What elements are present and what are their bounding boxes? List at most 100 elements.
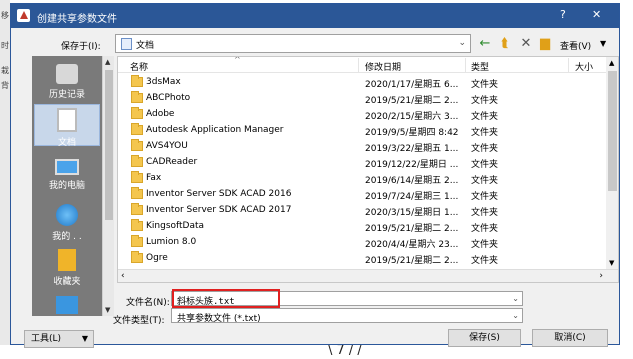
- place-label: 我的电脑: [48, 181, 85, 191]
- chevron-down-icon[interactable]: ⌄: [512, 311, 519, 320]
- file-type-select[interactable]: 共享参数文件 (*.txt) ⌄: [171, 308, 523, 324]
- file-row[interactable]: 3dsMax 2020/1/17/星期五 6... 文件夹: [118, 74, 606, 90]
- place-label: 历史记录: [48, 90, 85, 100]
- recent-icon: [56, 64, 78, 84]
- file-type: 文件夹: [471, 160, 499, 170]
- folder-icon: [131, 251, 143, 263]
- background-glyph: 移: [1, 11, 9, 20]
- file-date: 2020/1/17/星期五 6...: [365, 80, 459, 90]
- column-header-type[interactable]: 类型: [471, 60, 489, 73]
- file-type: 文件夹: [471, 80, 499, 90]
- scroll-left-icon[interactable]: ‹: [121, 271, 125, 281]
- file-row[interactable]: KingsoftData 2019/5/21/星期二 2... 文件夹: [118, 218, 606, 234]
- folder-icon: [131, 107, 143, 119]
- cancel-button[interactable]: 取消(C): [532, 329, 608, 347]
- column-header-date[interactable]: 修改日期: [365, 60, 401, 73]
- favorites-icon: [58, 249, 76, 271]
- save-button[interactable]: 保存(S): [448, 329, 521, 347]
- place-favorites[interactable]: 收藏夹: [32, 249, 102, 287]
- file-type: 文件夹: [471, 96, 499, 106]
- file-type: 文件夹: [471, 176, 499, 186]
- scroll-right-icon[interactable]: ›: [599, 271, 603, 281]
- places-scrollbar[interactable]: ▲ ▼: [102, 56, 114, 316]
- save-in-combobox[interactable]: 文档 ⌄: [115, 34, 471, 53]
- file-row[interactable]: ABCPhoto 2019/5/21/星期二 2... 文件夹: [118, 90, 606, 106]
- file-name: AVS4YOU: [146, 141, 188, 151]
- file-date: 2020/3/15/星期日 1...: [365, 208, 459, 218]
- column-divider[interactable]: [358, 58, 359, 72]
- view-dropdown-icon[interactable]: ▼: [600, 39, 606, 48]
- background-bottom-edge: \ 7 / /: [0, 343, 633, 359]
- scroll-down-icon[interactable]: ▼: [609, 259, 614, 267]
- scroll-thumb[interactable]: [608, 71, 617, 191]
- place-documents[interactable]: 文档: [34, 104, 100, 148]
- close-button[interactable]: ✕: [592, 8, 601, 21]
- place-label: 我的 . .: [52, 232, 82, 242]
- file-row[interactable]: Fax 2019/6/14/星期五 2... 文件夹: [118, 170, 606, 186]
- delete-icon[interactable]: ✕: [518, 36, 534, 52]
- file-row[interactable]: Inventor Server SDK ACAD 2016 2019/7/24/星…: [118, 186, 606, 202]
- file-type-label: 文件类型(T):: [113, 316, 165, 326]
- file-type: 文件夹: [471, 192, 499, 202]
- chevron-down-icon[interactable]: ⌄: [512, 294, 519, 303]
- column-header-name[interactable]: 名称: [130, 60, 148, 73]
- folder-icon: [131, 203, 143, 215]
- place-network[interactable]: 我的 . .: [32, 204, 102, 242]
- annotation-highlight-box: [172, 289, 280, 308]
- file-name: Lumion 8.0: [146, 237, 197, 247]
- new-folder-icon[interactable]: ▆: [537, 36, 553, 52]
- file-type: 文件夹: [471, 144, 499, 154]
- file-name: 3dsMax: [146, 77, 181, 87]
- file-date: 2019/9/5/星期四 8:42: [365, 128, 459, 138]
- folder-icon: [131, 155, 143, 167]
- scroll-up-icon[interactable]: ▲: [105, 58, 110, 66]
- scroll-down-icon[interactable]: ▼: [105, 306, 110, 314]
- file-row[interactable]: CADReader 2019/12/22/星期日 ... 文件夹: [118, 154, 606, 170]
- scroll-thumb[interactable]: [105, 70, 113, 220]
- file-row[interactable]: Ogre 2019/5/21/星期二 2... 文件夹: [118, 250, 606, 266]
- file-row[interactable]: Inventor Server SDK ACAD 2017 2020/3/15/星…: [118, 202, 606, 218]
- place-desktop[interactable]: [32, 296, 102, 317]
- file-name: Inventor Server SDK ACAD 2016: [146, 189, 292, 199]
- tools-button[interactable]: 工具(L) ▼: [24, 330, 94, 348]
- file-list: 名称 ^ 修改日期 类型 大小 3dsMax 2020/1/17/星期五 6...…: [117, 56, 619, 283]
- file-name: KingsoftData: [146, 221, 205, 231]
- help-button[interactable]: ?: [560, 8, 566, 21]
- column-divider[interactable]: [568, 58, 569, 72]
- back-icon[interactable]: ←: [477, 36, 493, 52]
- title-bar: 创建共享参数文件 ? ✕: [11, 4, 619, 28]
- file-date: 2019/5/21/星期二 2...: [365, 224, 459, 234]
- background-glyph: 栽: [1, 66, 9, 75]
- view-menu-button[interactable]: 查看(V): [560, 39, 591, 52]
- place-computer[interactable]: 我的电脑: [32, 159, 102, 191]
- file-type: 文件夹: [471, 208, 499, 218]
- file-list-vertical-scrollbar[interactable]: ▲ ▼: [606, 57, 618, 269]
- file-row[interactable]: Autodesk Application Manager 2019/9/5/星期四…: [118, 122, 606, 138]
- scroll-up-icon[interactable]: ▲: [609, 59, 614, 67]
- file-date: 2020/2/15/星期六 3...: [365, 112, 459, 122]
- file-date: 2019/5/21/星期二 2...: [365, 256, 459, 266]
- revit-app-icon: [17, 9, 30, 22]
- file-list-horizontal-scrollbar[interactable]: ‹ ›: [118, 269, 618, 282]
- file-date: 2019/12/22/星期日 ...: [365, 160, 459, 170]
- folder-icon: [131, 171, 143, 183]
- place-recent[interactable]: 历史记录: [32, 64, 102, 100]
- column-header-size[interactable]: 大小: [575, 60, 593, 73]
- up-folder-icon[interactable]: ⮬: [497, 36, 513, 52]
- file-row[interactable]: Adobe 2020/2/15/星期六 3... 文件夹: [118, 106, 606, 122]
- place-label: 收藏夹: [53, 277, 81, 287]
- dialog-title: 创建共享参数文件: [37, 14, 117, 25]
- file-type: 文件夹: [471, 256, 499, 266]
- column-divider[interactable]: [465, 58, 466, 72]
- folder-icon: [131, 219, 143, 231]
- file-type: 文件夹: [471, 224, 499, 234]
- save-in-value: 文档: [136, 41, 155, 51]
- file-name: Adobe: [146, 109, 175, 119]
- file-row[interactable]: Lumion 8.0 2020/4/4/星期六 23... 文件夹: [118, 234, 606, 250]
- file-row[interactable]: AVS4YOU 2019/3/22/星期五 1... 文件夹: [118, 138, 606, 154]
- background-app-edge: 移 时 栽 背: [0, 0, 10, 359]
- folder-icon: [131, 187, 143, 199]
- background-glyph: 时: [1, 41, 9, 50]
- sort-ascending-icon: ^: [234, 56, 241, 64]
- file-name: Ogre: [146, 253, 168, 263]
